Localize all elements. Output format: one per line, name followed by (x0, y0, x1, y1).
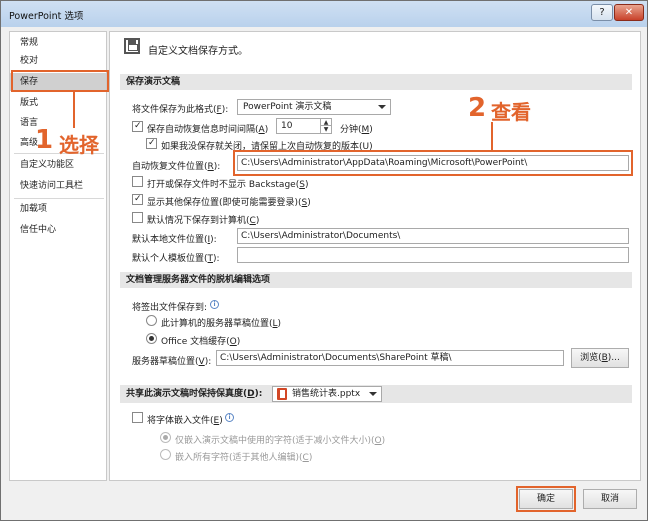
save-format-select[interactable]: PowerPoint 演示文稿 (237, 99, 391, 115)
sidebar-item-layout[interactable]: 版式 (10, 94, 106, 112)
sidebar-item-trust-center[interactable]: 信任中心 (10, 221, 106, 239)
info-icon: i (210, 300, 219, 309)
sidebar-item-general[interactable]: 常规 (10, 34, 106, 52)
annotation-highlight-save (11, 70, 109, 92)
save-options-panel: 自定义文档保存方式。 保存演示文稿 将文件保存为此格式(F): PowerPoi… (109, 31, 641, 481)
server-drafts-radio[interactable] (146, 315, 157, 326)
local-location-label: 默认本地文件位置(I): (132, 235, 217, 245)
embed-all-chars-label: 嵌入所有字符(适于其他人编辑)(C) (175, 453, 313, 463)
powerpoint-file-icon (277, 388, 287, 400)
save-icon (124, 38, 140, 54)
close-button[interactable]: ✕ (614, 4, 644, 21)
window-title: PowerPoint 选项 (9, 11, 84, 22)
autorecover-label: 保存自动恢复信息时间间隔(A) (147, 125, 269, 135)
panel-title: 自定义文档保存方式。 (148, 46, 248, 57)
annotation-highlight-autorecover-location (233, 150, 633, 176)
checkout-label: 将签出文件保存到: (132, 303, 208, 313)
annotation-step1-number: 1 (35, 125, 54, 155)
cancel-button[interactable]: 取消 (583, 489, 637, 509)
browse-button[interactable]: 浏览(B)... (571, 348, 629, 368)
title-bar: PowerPoint 选项 ? ✕ (1, 1, 647, 27)
info-icon: i (225, 413, 234, 422)
chevron-down-icon (378, 105, 386, 109)
local-location-input[interactable]: C:\Users\Administrator\Documents\ (237, 228, 629, 244)
annotation-highlight-ok (516, 486, 576, 512)
section-offline-editing: 文档管理服务器文件的脱机编辑选项 (120, 272, 632, 288)
autorecover-location-label: 自动恢复文件位置(R): (132, 162, 221, 172)
embed-fonts-checkbox[interactable] (132, 412, 143, 423)
template-location-input[interactable] (237, 247, 629, 263)
sidebar-item-proofing[interactable]: 校对 (10, 52, 106, 70)
section-save-presentation: 保存演示文稿 (120, 74, 632, 90)
keep-last-version-checkbox[interactable] (146, 138, 157, 149)
save-format-label: 将文件保存为此格式(F): (132, 105, 229, 115)
office-cache-label: Office 文档缓存(O) (161, 337, 241, 347)
annotation-connector (73, 92, 75, 128)
autorecover-minutes-value: 10 (281, 121, 293, 131)
autorecover-minutes-stepper[interactable]: 10 ▲ ▼ (276, 118, 332, 134)
spin-down-icon[interactable]: ▼ (320, 126, 331, 133)
annotation-step1-text: 选择 (59, 133, 99, 157)
template-location-label: 默认个人模板位置(T): (132, 254, 220, 264)
options-dialog: PowerPoint 选项 ? ✕ 常规 校对 保存 版式 语言 高级 自定义功… (0, 0, 648, 521)
drafts-location-input[interactable]: C:\Users\Administrator\Documents\SharePo… (216, 350, 564, 366)
chevron-down-icon (369, 392, 377, 396)
embed-fonts-label: 将字体嵌入文件(E) (147, 416, 223, 426)
no-backstage-checkbox[interactable] (132, 176, 143, 187)
annotation-connector (491, 122, 493, 150)
embed-all-chars-radio[interactable] (160, 449, 171, 460)
help-button[interactable]: ? (591, 4, 613, 21)
fidelity-file-select[interactable]: 销售统计表.pptx (272, 386, 382, 402)
save-to-computer-checkbox[interactable] (132, 212, 143, 223)
embed-used-chars-radio[interactable] (160, 432, 171, 443)
save-to-computer-label: 默认情况下保存到计算机(C) (147, 216, 260, 226)
spin-up-icon[interactable]: ▲ (320, 119, 331, 126)
office-cache-radio[interactable] (146, 333, 157, 344)
autorecover-checkbox[interactable] (132, 121, 143, 132)
server-drafts-label: 此计算机的服务器草稿位置(L) (161, 319, 282, 329)
save-format-value: PowerPoint 演示文稿 (243, 102, 332, 112)
options-sidebar: 常规 校对 保存 版式 语言 高级 自定义功能区 快速访问工具栏 加载项 信任中… (9, 31, 107, 481)
sidebar-item-quick-access-toolbar[interactable]: 快速访问工具栏 (10, 177, 106, 195)
drafts-location-label: 服务器草稿位置(V): (132, 357, 212, 367)
annotation-step2-number: 2 (468, 93, 487, 123)
embed-used-chars-label: 仅嵌入演示文稿中使用的字符(适于减小文件大小)(O) (175, 436, 386, 446)
annotation-step2-text: 查看 (491, 100, 531, 124)
sidebar-item-customize-ribbon[interactable]: 自定义功能区 (10, 156, 106, 174)
sidebar-divider (14, 198, 104, 199)
no-backstage-label: 打开或保存文件时不显示 Backstage(S) (147, 180, 309, 190)
show-other-locations-label: 显示其他保存位置(即使可能需要登录)(S) (147, 198, 311, 208)
sidebar-item-addins[interactable]: 加载项 (10, 200, 106, 218)
show-other-locations-checkbox[interactable] (132, 194, 143, 205)
fidelity-file-value: 销售统计表.pptx (292, 389, 361, 399)
minutes-label: 分钟(M) (340, 125, 373, 135)
